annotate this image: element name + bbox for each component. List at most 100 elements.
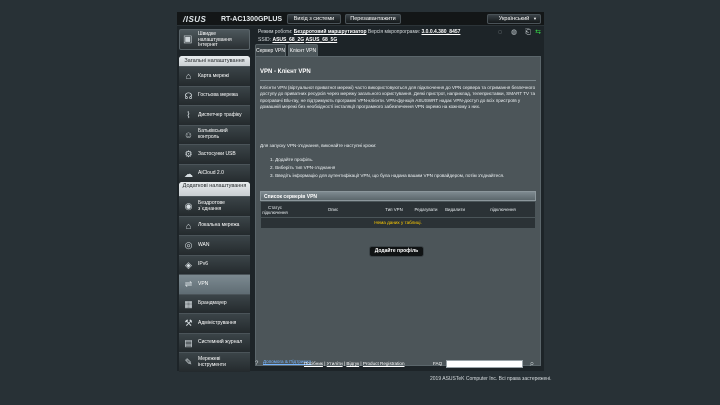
- firmware-value[interactable]: 3.0.0.4.380_8457: [421, 29, 460, 35]
- tab-vpn-client[interactable]: Клієнт VPN: [288, 44, 318, 56]
- sidebar-item-aicloud[interactable]: ☁ AiCloud 2.0: [179, 163, 250, 183]
- sidebar-item-lan[interactable]: ⌂ Локальна мережа: [179, 215, 250, 235]
- wan-icon: ◎: [184, 240, 193, 250]
- traffic-manager-icon: ⌇: [186, 110, 191, 120]
- tab-vpn-server[interactable]: Сервер VPN: [255, 44, 286, 56]
- sidebar-item-vpn[interactable]: ⇌ VPN: [179, 274, 250, 294]
- quick-setup-label: Швидке налаштування Інтернет: [198, 31, 232, 49]
- usb-connected-icon[interactable]: ⇆: [534, 29, 542, 37]
- sidebar-item-usb-apps[interactable]: ⚙ Застосунки USB: [179, 144, 250, 164]
- sidebar-item-ipv6[interactable]: ◈ IPv6: [179, 254, 250, 274]
- advanced-settings-section: Додаткові налаштування ◉ Бездротове з`єд…: [179, 182, 250, 372]
- sidebar-item-administration[interactable]: ⚒ Адміністрування: [179, 313, 250, 333]
- syslog-icon: ▤: [184, 337, 193, 348]
- sidebar-item-label: Мережеві інструменти: [198, 355, 226, 368]
- logout-button[interactable]: Вихід з системи: [287, 13, 341, 24]
- feedback-link[interactable]: Відгук: [346, 361, 359, 366]
- lan-icon: ⌂: [185, 220, 192, 231]
- ssid-2g[interactable]: ASUS_68_2G: [272, 37, 304, 43]
- column-header-description: Опис: [327, 207, 339, 213]
- vpn-icon: ⇌: [184, 279, 193, 289]
- footer: ? Допомога & Підтримка Посібник | Утиліт…: [255, 359, 541, 371]
- sidebar-item-wireless[interactable]: ◉ Бездротове з`єднання: [179, 196, 250, 216]
- sidebar-item-network-tools[interactable]: ✎ Мережеві інструменти: [179, 352, 250, 372]
- status-bar: Режим роботи: Бездротовий маршрутизатор …: [254, 27, 544, 43]
- sidebar-item-label: Брандмауер: [198, 300, 227, 307]
- sidebar-item-label: Бездротове з`єднання: [198, 199, 225, 212]
- column-header-connection: підключення: [490, 207, 516, 213]
- no-data-message: Нема даних у таблиці.: [260, 218, 536, 229]
- cloud-icon: ☁: [184, 168, 193, 179]
- vpn-client-panel: VPN - Клієнт VPN Клієнти VPN (віртуально…: [255, 56, 541, 366]
- title-divider: [260, 80, 536, 81]
- step-item: 2. Виберіть тип VPN-з'єднання: [270, 165, 336, 170]
- search-icon[interactable]: ⌕: [527, 359, 537, 369]
- firmware-label: Версія мікропрограми:: [367, 29, 421, 35]
- sidebar-item-traffic-manager[interactable]: ⌇ Диспетчер трафіку: [179, 105, 250, 125]
- sidebar-item-wan[interactable]: ◎ WAN: [179, 235, 250, 255]
- sidebar-item-label: Гостьова мережа: [198, 92, 238, 99]
- quick-internet-setup[interactable]: ▣ Швидке налаштування Інтернет: [179, 29, 250, 50]
- advanced-settings-title: Додаткові налаштування: [179, 182, 250, 196]
- column-header-delete: Видалити: [445, 207, 465, 213]
- ipv6-icon: ◈: [185, 259, 192, 270]
- mode-label: Режим роботи:: [258, 29, 293, 35]
- footer-links: Посібник | Утиліти | Відгук | Product Re…: [304, 361, 405, 366]
- ssid-5g[interactable]: ASUS_68_5G: [306, 37, 338, 43]
- admin-icon: ⚒: [184, 318, 193, 328]
- sidebar-item-firewall[interactable]: ▦ Брандмауер: [179, 293, 250, 313]
- sidebar-item-label: VPN: [198, 280, 209, 287]
- sidebar-item-label: Локальна мережа: [198, 222, 240, 229]
- network-map-icon: ⌂: [185, 71, 192, 81]
- reboot-button[interactable]: Перезавантажити: [345, 13, 401, 24]
- column-header-vpn-type: Тип VPN: [385, 207, 403, 213]
- sidebar-item-parental-control[interactable]: ☺ Батьківський контроль: [179, 124, 250, 144]
- steps-list: 1. Додайте профіль. 2. Виберіть тип VPN-…: [270, 156, 504, 180]
- usb-icon: ⚙: [184, 149, 193, 159]
- chevron-down-icon: ▼: [533, 15, 537, 21]
- network-tools-icon: ✎: [184, 357, 193, 367]
- table-header: Статус підключення Опис Тип VPN Редагува…: [260, 201, 536, 218]
- step-item: 3. Введіть інформацію для аутентифікації…: [270, 173, 505, 178]
- help-icon: ?: [255, 361, 259, 367]
- ssid-label: SSID:: [258, 36, 272, 43]
- app-icon[interactable]: ◍: [510, 29, 518, 37]
- add-profile-button[interactable]: Додайте профіль: [369, 246, 424, 257]
- language-label: Український: [498, 15, 530, 22]
- copyright-text: 2019 ASUSTeK Computer Inc. Всі права зас…: [430, 376, 552, 382]
- manual-link[interactable]: Посібник: [304, 361, 323, 366]
- mode-value[interactable]: Бездротовий маршрутизатор: [294, 29, 367, 35]
- sidebar-item-label: AiCloud 2.0: [198, 170, 224, 177]
- step-item: 1. Додайте профіль.: [270, 157, 314, 162]
- sidebar-item-label: Карта мережі: [198, 72, 229, 79]
- sidebar-item-guest-network[interactable]: ☊ Гостьова мережа: [179, 85, 250, 105]
- sidebar-item-label: WAN: [198, 241, 210, 248]
- guest-network-icon: ☊: [184, 90, 193, 101]
- column-header-edit: Редагувати: [414, 207, 438, 213]
- router-admin-window: /ISUS RT-AC1300GPLUS Вихід з системи Пер…: [177, 12, 544, 372]
- sidebar-item-system-log[interactable]: ▤ Системний журнал: [179, 332, 250, 352]
- product-registration-link[interactable]: Product Registration: [363, 361, 405, 366]
- usb-status-icon[interactable]: ⎗: [524, 29, 532, 37]
- language-select[interactable]: Український ▼: [487, 13, 541, 24]
- sidebar-item-network-map[interactable]: ⌂ Карта мережі: [179, 66, 250, 86]
- wireless-icon: ◉: [184, 201, 193, 211]
- sidebar-item-label: Батьківський контроль: [198, 128, 228, 140]
- sidebar-item-label: Системний журнал: [198, 339, 243, 346]
- sidebar-item-label: Застосунки USB: [198, 150, 236, 157]
- model-name: RT-AC1300GPLUS: [221, 15, 283, 23]
- asus-logo: /ISUS: [183, 15, 207, 24]
- faq-label: FAQ: [433, 361, 443, 366]
- vpn-client-description: Клієнти VPN (віртуальної приватної мереж…: [260, 85, 536, 110]
- sidebar-item-label: Адміністрування: [198, 319, 237, 326]
- vpn-server-list: Список серверів VPN Статус підключення О…: [260, 191, 536, 235]
- network-status-icon[interactable]: ◌: [496, 29, 504, 37]
- utilities-link[interactable]: Утиліти: [327, 361, 343, 366]
- sidebar-item-label: Диспетчер трафіку: [198, 111, 242, 118]
- steps-intro: Для запуску VPN-з'єднання, виконайте нас…: [260, 143, 377, 148]
- vpn-server-list-title: Список серверів VPN: [260, 191, 536, 201]
- faq-search-input[interactable]: [446, 360, 523, 368]
- top-bar: /ISUS RT-AC1300GPLUS Вихід з системи Пер…: [177, 12, 544, 26]
- quick-setup-icon: ▣: [183, 34, 193, 45]
- column-header-status: Статус підключення: [262, 204, 288, 216]
